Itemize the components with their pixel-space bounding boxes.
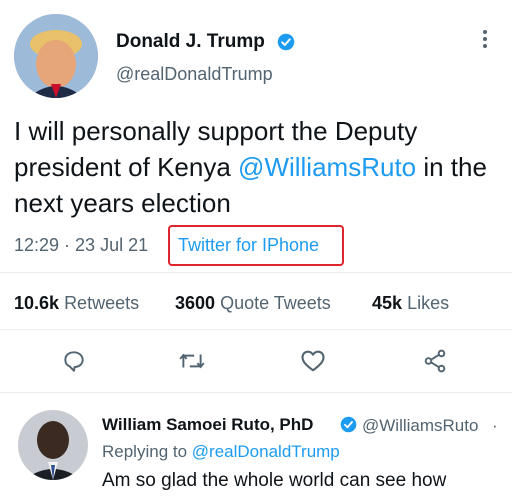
author-avatar[interactable] <box>14 14 98 98</box>
reply-author-handle[interactable]: @WilliamsRuto <box>362 416 478 436</box>
share-icon[interactable] <box>422 348 448 374</box>
likes-label: Likes <box>407 293 450 313</box>
author-handle[interactable]: @realDonaldTrump <box>116 64 273 85</box>
reply-author-avatar[interactable] <box>18 410 88 480</box>
verified-icon <box>277 33 295 51</box>
replying-to-label: Replying to <box>102 442 188 461</box>
quotes-label: Quote Tweets <box>220 293 331 313</box>
reply-author-name[interactable]: William Samoei Ruto, PhD <box>102 415 313 435</box>
tweet-timestamp[interactable]: 12:29 · 23 Jul 21 <box>14 235 148 256</box>
reply-text: Am so glad the whole world can see how <box>102 470 447 491</box>
author-name[interactable]: Donald J. Trump <box>116 31 265 53</box>
tweet-source[interactable]: Twitter for IPhone <box>178 235 319 256</box>
verified-icon <box>340 416 357 433</box>
reply-more-dot[interactable]: · <box>492 416 498 436</box>
quotes-count: 3600 <box>175 293 216 313</box>
replying-to: Replying to @realDonaldTrump <box>102 442 340 462</box>
like-icon[interactable] <box>299 347 327 375</box>
more-icon[interactable] <box>479 28 491 50</box>
divider <box>0 329 512 330</box>
mention-link[interactable]: @WilliamsRuto <box>238 152 416 182</box>
reply-icon[interactable] <box>61 348 87 374</box>
retweet-icon[interactable] <box>178 348 206 374</box>
retweets-count: 10.6k <box>14 293 60 313</box>
likes-count: 45k <box>372 293 403 313</box>
retweets-label: Retweets <box>64 293 140 313</box>
likes-stat[interactable]: 45k Likes <box>372 293 449 314</box>
retweets-stat[interactable]: 10.6k Retweets <box>14 293 139 314</box>
quotes-stat[interactable]: 3600 Quote Tweets <box>175 293 331 314</box>
tweet-text: I will personally support the Deputy pre… <box>14 113 500 221</box>
divider <box>0 272 512 273</box>
replying-to-handle[interactable]: @realDonaldTrump <box>192 442 340 461</box>
divider <box>0 392 512 393</box>
